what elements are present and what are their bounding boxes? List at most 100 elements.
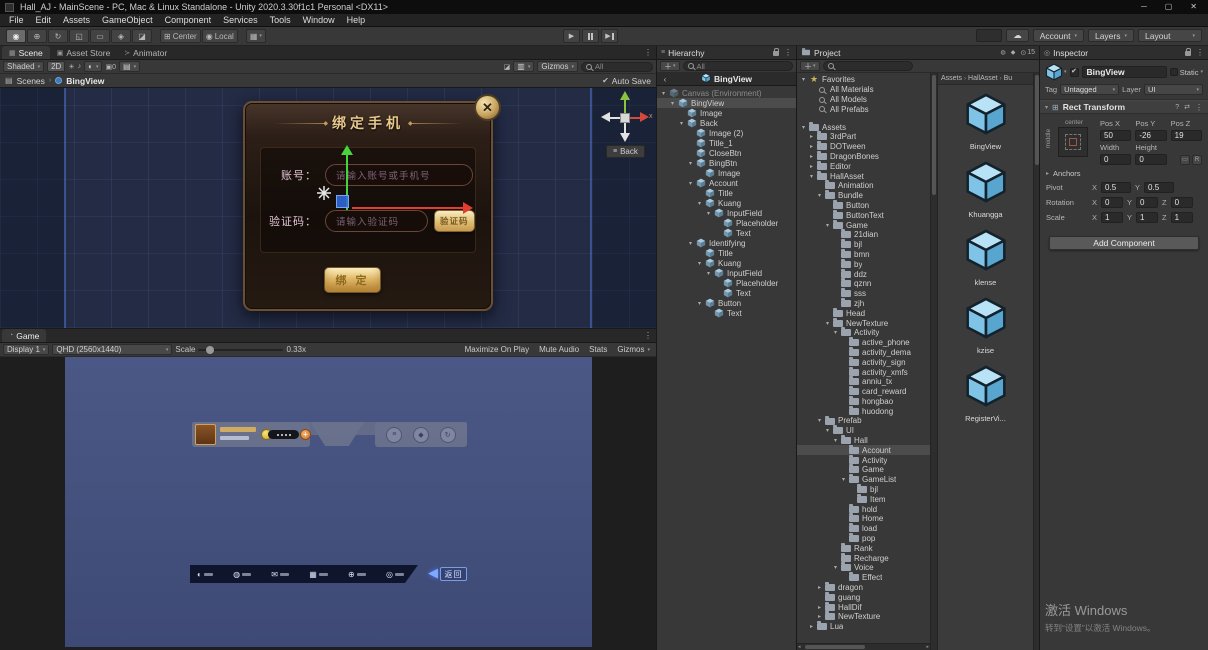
expand-arrow[interactable]: ▾ [839, 476, 848, 483]
layers-dropdown[interactable]: Layers▾ [1088, 29, 1134, 42]
add-component-button[interactable]: Add Component [1049, 236, 1199, 250]
project-row-dragon[interactable]: ▸dragon [797, 583, 930, 593]
scene-search-input[interactable]: All [581, 62, 653, 72]
grid-snap-button[interactable]: ▦▾ [246, 29, 266, 43]
expand-arrow[interactable]: ▾ [686, 180, 695, 187]
layout-dropdown[interactable]: Layout▾ [1138, 29, 1202, 42]
component-menu-icon[interactable]: ⋮ [1195, 103, 1203, 112]
project-row-all-prefabs[interactable]: All Prefabs [797, 104, 930, 114]
move-tool-button[interactable]: ⊕ [27, 29, 47, 43]
tool-settings-icon[interactable]: ◪ [504, 63, 511, 71]
lighting-icon[interactable]: ☀ [68, 63, 74, 71]
hierarchy-row-account[interactable]: ▾Account [657, 178, 796, 188]
breadcrumb-hallasset[interactable]: HallAsset [968, 75, 998, 82]
hud-tasks-button[interactable]: ▦ [309, 570, 328, 579]
hierarchy-row-text[interactable]: Text [657, 228, 796, 238]
expand-arrow[interactable]: ▾ [704, 270, 713, 277]
scale-x-field[interactable]: 1 [1101, 212, 1123, 223]
tab-animator[interactable]: ≻Animator [117, 46, 174, 59]
project-row-prefab[interactable]: ▾Prefab [797, 416, 930, 426]
gameobject-name-field[interactable]: BingView [1082, 66, 1167, 78]
project-row-game[interactable]: Game [797, 465, 930, 475]
project-row-favorites[interactable]: ▾★Favorites [797, 75, 930, 85]
pivot-local-button[interactable]: ◉Local [202, 29, 238, 43]
expand-arrow[interactable]: ▾ [823, 222, 832, 229]
rotation-x-field[interactable]: 0 [1101, 197, 1123, 208]
project-row-active-phone[interactable]: active_phone [797, 338, 930, 348]
menu-file[interactable]: File [3, 15, 30, 25]
breadcrumb-bingview[interactable]: BingView [66, 76, 104, 86]
project-row-activity-sign[interactable]: activity_sign [797, 357, 930, 367]
panel-menu-icon[interactable]: ⋮ [644, 331, 652, 340]
vcs-icon[interactable]: ◍ [1000, 49, 1005, 56]
hierarchy-row-kuang[interactable]: ▾Kuang [657, 198, 796, 208]
panel-menu-icon[interactable]: ⋮ [1196, 48, 1204, 57]
menu-assets[interactable]: Assets [57, 15, 96, 25]
project-row-effect[interactable]: Effect [797, 573, 930, 583]
autosave-checkbox[interactable]: ✔ [602, 76, 609, 85]
add-coins-button[interactable]: + [300, 429, 311, 440]
project-row-recharge[interactable]: Recharge [797, 553, 930, 563]
tab-asset-store[interactable]: ▣Asset Store [50, 46, 118, 59]
expand-arrow[interactable]: ▸ [807, 133, 816, 140]
collab-box[interactable] [976, 29, 1002, 42]
stats-button[interactable]: Stats [586, 345, 610, 354]
panel-menu-icon[interactable]: ⋮ [644, 48, 652, 57]
hierarchy-row-kuang[interactable]: ▾Kuang [657, 258, 796, 268]
hud-refresh-button[interactable]: ↻ [440, 427, 456, 443]
lock-icon[interactable] [773, 51, 779, 56]
gizmo-pivot-handle[interactable] [336, 195, 349, 208]
hierarchy-title[interactable]: Hierarchy [668, 48, 704, 58]
expand-arrow[interactable]: ▾ [686, 240, 695, 247]
menu-component[interactable]: Component [159, 15, 218, 25]
hud-shop-button[interactable]: ◍ [233, 570, 251, 579]
pivot-center-button[interactable]: ⊞Center [160, 29, 201, 43]
anchor-preset-widget[interactable]: center middle [1046, 119, 1094, 165]
game-viewport[interactable]: + ≡◆↻ ◐◍✉▦⊕◎ ◀ 返回 [0, 357, 656, 650]
scale-slider-thumb[interactable] [206, 346, 214, 354]
project-row-activity-dema[interactable]: activity_dema [797, 348, 930, 358]
project-row-lua[interactable]: ▸Lua [797, 622, 930, 632]
menu-gameobject[interactable]: GameObject [96, 15, 159, 25]
hierarchy-row-placeholder[interactable]: Placeholder [657, 218, 796, 228]
minimize-icon[interactable]: ─ [1141, 0, 1147, 14]
expand-arrow[interactable]: ▾ [695, 260, 704, 267]
blueprint-mode-button[interactable]: ▭ [1180, 155, 1190, 165]
hud-recharge-button[interactable]: ⊕ [348, 570, 366, 579]
project-row-by[interactable]: by [797, 259, 930, 269]
hierarchy-row-bingbtn[interactable]: ▾BingBtn [657, 158, 796, 168]
expand-arrow[interactable]: ▾ [823, 320, 832, 327]
display-dropdown[interactable]: Display 1▾ [3, 344, 49, 355]
project-row-bjl[interactable]: bjl [797, 240, 930, 250]
project-row-ddz[interactable]: ddz [797, 269, 930, 279]
hierarchy-row-title-1[interactable]: Title_1 [657, 138, 796, 148]
lock-icon[interactable] [1185, 51, 1191, 56]
static-checkbox[interactable] [1170, 68, 1178, 76]
cloud-button[interactable]: ☁ [1006, 29, 1029, 42]
camera-dropdown[interactable]: ▥▾ [513, 61, 534, 72]
horizontal-scrollbar[interactable]: ◂▸ [797, 643, 930, 650]
scroll-left-icon[interactable]: ◂ [798, 644, 801, 650]
create-object-button[interactable]: ＋▾ [660, 61, 680, 71]
pivot-x-field[interactable]: 0.5 [1101, 182, 1131, 193]
expand-arrow[interactable]: ▸ [807, 153, 816, 160]
shading-mode-dropdown[interactable]: Shaded▾ [3, 61, 44, 72]
expand-arrow[interactable]: ▸ [807, 163, 816, 170]
hud-mail-button[interactable]: ✉ [271, 570, 289, 579]
hierarchy-row-back[interactable]: ▾Back [657, 118, 796, 128]
neg-y-axis-cone[interactable] [620, 133, 630, 142]
project-row-bmn[interactable]: bmn [797, 250, 930, 260]
hierarchy-row-title[interactable]: Title [657, 188, 796, 198]
packages-icon[interactable]: ◆ [1011, 49, 1016, 56]
expand-arrow[interactable]: ▸ [807, 143, 816, 150]
project-row-hold[interactable]: hold [797, 504, 930, 514]
step-button[interactable]: ▶ [601, 29, 618, 43]
project-row-halldif[interactable]: ▸HallDif [797, 602, 930, 612]
breadcrumb-assets[interactable]: Assets [941, 75, 962, 82]
project-row-qznn[interactable]: qznn [797, 279, 930, 289]
pos-y-field[interactable]: -26 [1135, 130, 1166, 141]
y-axis-cone[interactable] [620, 91, 630, 100]
close-icon[interactable]: ✕ [1190, 0, 1197, 14]
project-row-buttontext[interactable]: ButtonText [797, 210, 930, 220]
project-row-activity[interactable]: ▾Activity [797, 328, 930, 338]
